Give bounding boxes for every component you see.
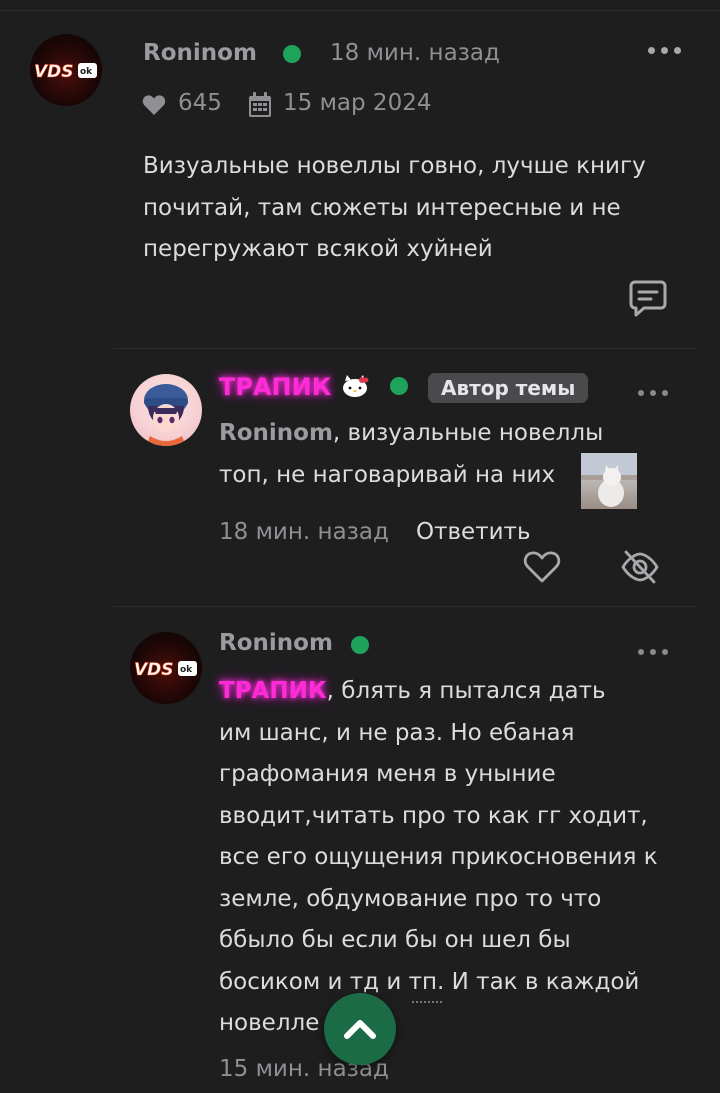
svg-text:VDS: VDS bbox=[34, 62, 74, 82]
svg-text:ok: ok bbox=[80, 67, 93, 77]
chevron-up-icon bbox=[344, 1020, 376, 1039]
heart-icon[interactable] bbox=[142, 94, 166, 116]
more-icon[interactable] bbox=[638, 649, 668, 655]
mention-link[interactable]: ТРАПИК bbox=[219, 678, 327, 704]
comment-reply-icon[interactable] bbox=[628, 278, 668, 318]
vds-logo-icon: VDS ok bbox=[134, 660, 197, 680]
eye-off-icon[interactable] bbox=[620, 549, 660, 585]
comment-text-line: перегружают всякой хуйней bbox=[143, 236, 493, 262]
likes-count: 645 bbox=[178, 90, 222, 116]
divider bbox=[113, 606, 696, 607]
text-underline-dots bbox=[412, 1001, 442, 1003]
reply-author[interactable]: ТРАПИК bbox=[219, 373, 331, 401]
hello-kitty-icon bbox=[343, 375, 369, 397]
comment-text-line: Визуальные новеллы говно, лучше книгу bbox=[143, 153, 646, 179]
calendar-icon bbox=[249, 92, 271, 117]
scroll-to-top-button[interactable] bbox=[324, 993, 396, 1065]
heart-icon[interactable] bbox=[523, 550, 561, 584]
comment-author[interactable]: Roninom bbox=[143, 40, 257, 66]
anime-avatar-icon bbox=[144, 384, 188, 446]
more-icon[interactable] bbox=[648, 47, 681, 54]
avatar[interactable]: VDS ok bbox=[30, 34, 102, 106]
reply-text: ТРАПИК, блять я пытался дать им шанс, и … bbox=[219, 678, 658, 1036]
online-indicator bbox=[351, 636, 369, 654]
comment-text: Визуальные новеллы говно, лучше книгу по… bbox=[143, 146, 703, 271]
reply-author[interactable]: Roninom bbox=[219, 630, 333, 656]
sticker-image[interactable] bbox=[581, 453, 637, 509]
more-icon[interactable] bbox=[638, 390, 668, 396]
reply-button[interactable]: Ответить bbox=[416, 519, 531, 545]
comment-time: 18 мин. назад bbox=[330, 40, 500, 66]
online-indicator bbox=[283, 45, 301, 63]
divider bbox=[113, 348, 696, 349]
top-divider bbox=[0, 10, 720, 11]
mention-link[interactable]: Roninom bbox=[219, 420, 333, 446]
reply-time: 18 мин. назад bbox=[219, 519, 389, 545]
svg-text:VDS: VDS bbox=[134, 660, 174, 680]
comment-date: 15 мар 2024 bbox=[283, 90, 432, 116]
online-indicator bbox=[390, 377, 408, 395]
comment-text-line: почитай, там сюжеты интересные и не bbox=[143, 194, 621, 221]
cat-sticker-icon bbox=[581, 453, 637, 507]
svg-text:ok: ok bbox=[180, 665, 193, 675]
avatar[interactable] bbox=[130, 374, 202, 446]
vds-logo-icon: VDS ok bbox=[34, 62, 97, 82]
author-badge: Автор темы bbox=[428, 373, 589, 403]
avatar[interactable]: VDS ok bbox=[130, 632, 202, 704]
